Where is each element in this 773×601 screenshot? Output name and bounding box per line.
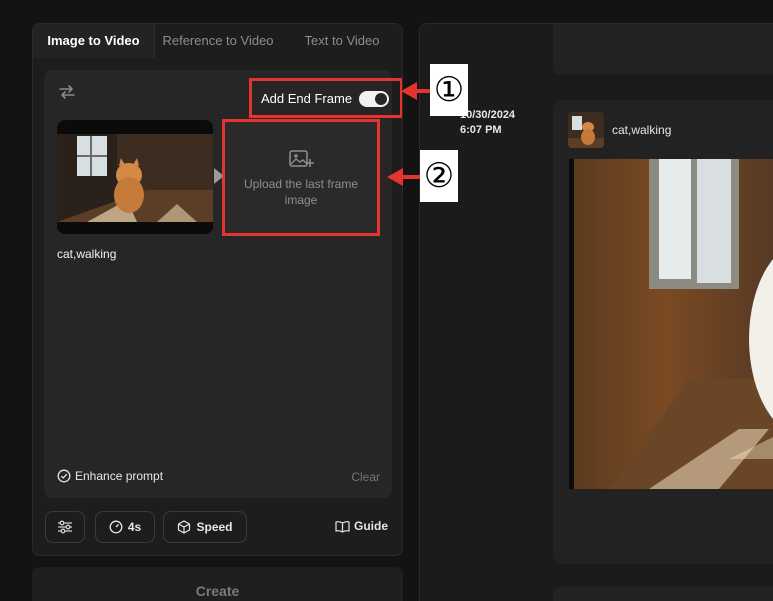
guide-link[interactable]: Guide <box>335 519 388 533</box>
add-image-icon <box>289 149 314 167</box>
cat-photo-large <box>569 159 773 489</box>
history-card <box>553 587 773 601</box>
swap-icon[interactable] <box>58 83 76 101</box>
add-end-frame-control: Add End Frame <box>249 78 402 118</box>
annotation-badge: ① <box>430 64 468 116</box>
result-thumbnail[interactable] <box>568 112 604 148</box>
cat-photo <box>57 134 213 234</box>
cube-icon <box>178 520 191 534</box>
mode-tabs: Image to Video Reference to Video Text t… <box>33 24 402 58</box>
cat-thumbnail <box>568 112 604 148</box>
create-button[interactable]: Create <box>32 567 403 601</box>
end-frame-toggle[interactable] <box>359 91 389 107</box>
book-icon <box>335 520 350 533</box>
prompt-text[interactable]: cat,walking <box>57 247 116 261</box>
sliders-icon <box>58 520 72 534</box>
annotation-arrow <box>415 89 431 93</box>
duration-label: 4s <box>127 520 142 534</box>
tab-image-to-video[interactable]: Image to Video <box>33 24 155 58</box>
history-time: 6:07 PM <box>460 124 502 136</box>
history-panel: 10/30/2024 6:07 PM cat,walking <box>419 23 773 601</box>
annotation-arrow-head <box>387 168 403 186</box>
tab-text-to-video[interactable]: Text to Video <box>281 24 402 58</box>
annotation-arrow-head <box>401 82 417 100</box>
duration-button[interactable]: 4s <box>95 511 155 543</box>
upload-last-frame-dropzone[interactable]: Upload the last frame image <box>222 119 380 236</box>
input-area: Add End Frame Upload the last frame imag… <box>44 70 402 498</box>
settings-button[interactable] <box>45 511 85 543</box>
result-prompt: cat,walking <box>612 123 672 137</box>
clear-button[interactable]: Clear <box>351 470 380 484</box>
enhance-label: Enhance prompt <box>75 469 164 483</box>
tab-reference-to-video[interactable]: Reference to Video <box>155 24 281 58</box>
upload-label: Upload the last frame image <box>243 176 359 207</box>
speed-button[interactable]: Speed <box>163 511 247 543</box>
history-card: cat,walking <box>553 100 773 564</box>
result-video[interactable] <box>569 159 773 489</box>
annotation-badge: ② <box>420 150 458 202</box>
history-card <box>553 24 773 74</box>
end-frame-label: Add End Frame <box>261 90 353 106</box>
history-date: 10/30/2024 <box>460 109 516 121</box>
generation-panel: Image to Video Reference to Video Text t… <box>32 23 403 556</box>
timer-icon <box>109 520 123 534</box>
guide-label: Guide <box>353 519 388 533</box>
app-root: Image to Video Reference to Video Text t… <box>0 0 773 601</box>
toggle-knob <box>375 93 387 105</box>
check-circle-icon <box>57 469 71 483</box>
history-timestamp: 10/30/2024 6:07 PM <box>460 108 515 138</box>
start-frame-image[interactable] <box>57 120 213 234</box>
enhance-prompt-toggle[interactable]: Enhance prompt <box>57 469 163 483</box>
annotation-arrow <box>402 175 420 179</box>
speed-label: Speed <box>196 520 233 534</box>
